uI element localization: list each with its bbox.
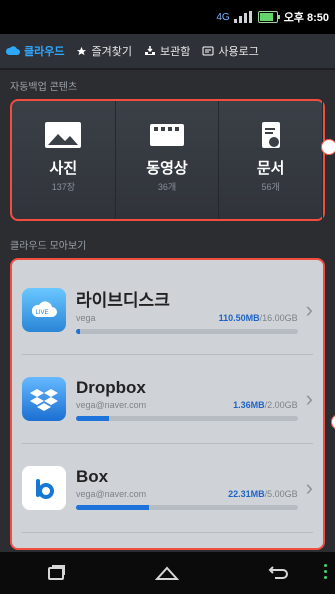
callout-marker-bottom [327, 410, 335, 434]
tab-label: 즐겨찾기 [91, 46, 132, 58]
cloud-used: 110.50MB [218, 313, 260, 323]
cloud-account: vega@naver.com [76, 399, 147, 410]
tab-cloud[interactable]: 클라우드 [0, 34, 70, 68]
bucket-label: 사진 [49, 160, 78, 177]
cloud-row-dropbox[interactable]: Dropbox vega@naver.com 1.36MB/2.00GB › [22, 355, 313, 444]
storage-progress-fill [76, 504, 150, 510]
cloud-row-livedisk[interactable]: LIVE 라이브디스크 vega 110.50MB/16.00GB › [22, 266, 313, 355]
recent-apps-button[interactable] [27, 558, 85, 588]
svg-text:LIVE: LIVE [35, 310, 48, 316]
cloud-service-name: 라이브디스크 [76, 291, 170, 310]
document-icon [261, 122, 280, 148]
cloud-service-name: Dropbox [76, 377, 146, 397]
system-navigation-bar [0, 552, 335, 594]
home-button[interactable] [138, 558, 196, 588]
tab-favorites[interactable]: 즐겨찾기 [70, 34, 137, 68]
storage-progress-fill [76, 415, 110, 421]
cloud-account: vega [76, 313, 96, 323]
cloud-used: 22.31MB [228, 488, 265, 499]
storage-progress-bar [76, 415, 298, 421]
app-screen: 4G 오후 8:50 클라우드 즐겨찾기 보관함 사용로그 자동백업 콘텐츠 사… [0, 0, 335, 594]
storage-progress-fill [76, 329, 81, 334]
signal-icon [233, 11, 252, 23]
log-icon [202, 46, 214, 56]
status-time: 오후 8:50 [283, 12, 329, 24]
tab-storage[interactable]: 보관함 [138, 34, 196, 68]
bucket-count: 137장 [51, 182, 75, 192]
star-icon [76, 46, 87, 57]
cloud-service-name: Box [76, 466, 109, 486]
cloud-services-panel: LIVE 라이브디스크 vega 110.50MB/16.00GB › Drop… [10, 258, 335, 550]
tray-icon [144, 46, 156, 56]
top-tab-bar: 클라우드 즐겨찾기 보관함 사용로그 [0, 34, 335, 70]
storage-progress-bar [76, 329, 298, 334]
cloud-total: /2.00GB [264, 399, 298, 410]
bucket-count: 36개 [157, 182, 177, 192]
storage-progress-bar [76, 504, 298, 510]
battery-icon [257, 11, 280, 23]
video-icon [150, 124, 184, 146]
photo-icon [45, 122, 82, 148]
cloud-used: 1.36MB [233, 399, 265, 410]
chevron-right-icon[interactable]: › [306, 475, 313, 501]
chevron-right-icon[interactable]: › [306, 297, 313, 323]
tab-label: 사용로그 [218, 46, 259, 58]
dropbox-icon [22, 377, 66, 421]
live-cloud-icon: LIVE [22, 288, 66, 332]
menu-dots-icon[interactable] [324, 564, 327, 579]
cloud-row-box[interactable]: Box vega@naver.com 22.31MB/5.00GB › [22, 444, 313, 533]
box-icon [22, 466, 66, 510]
autobackup-panel: 사진 137장 동영상 36개 문서 56개 [10, 99, 335, 221]
cloud-total: /5.00GB [264, 488, 298, 499]
status-bar: 4G 오후 8:50 [0, 0, 335, 34]
bucket-label: 동영상 [146, 160, 188, 177]
bucket-label: 문서 [256, 160, 285, 177]
bucket-count: 56개 [261, 182, 280, 192]
tab-label: 클라우드 [24, 46, 65, 58]
autobackup-videos[interactable]: 동영상 36개 [116, 101, 220, 219]
cloud-total: /16.00GB [259, 313, 298, 323]
cloud-account: vega@naver.com [76, 488, 147, 499]
back-button[interactable] [250, 558, 308, 588]
autobackup-section-title: 자동백업 콘텐츠 [10, 82, 78, 93]
cloud-icon [6, 46, 20, 56]
tab-usage-log[interactable]: 사용로그 [196, 34, 264, 68]
chevron-right-icon[interactable]: › [306, 386, 313, 412]
cloud-preview-title: 클라우드 모아보기 [10, 241, 87, 252]
network-indicator: 4G [216, 11, 230, 23]
autobackup-documents[interactable]: 문서 56개 [219, 101, 324, 219]
autobackup-photos[interactable]: 사진 137장 [12, 101, 116, 219]
tab-label: 보관함 [159, 46, 191, 58]
